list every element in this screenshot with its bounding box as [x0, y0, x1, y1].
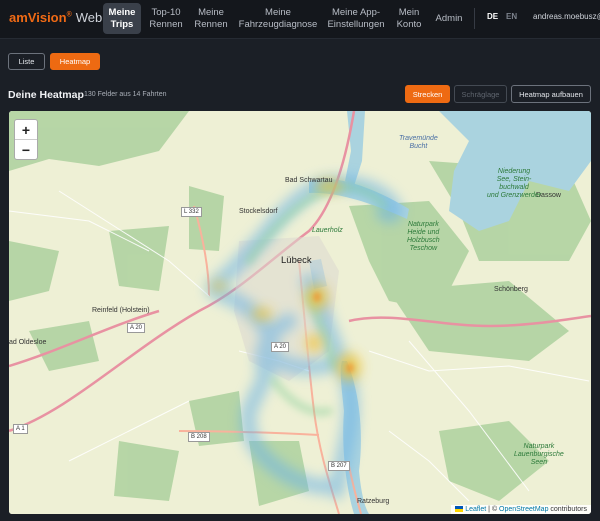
label-dassow-see: Niederung See, Stein- buchwald und Grenz… — [487, 168, 542, 199]
road-a1: A 1 — [13, 424, 28, 434]
road-a20-west: A 20 — [127, 323, 146, 333]
language-de[interactable]: DE — [487, 12, 498, 21]
language-en[interactable]: EN — [506, 12, 517, 21]
heatmap-subtitle: 130 Felder aus 14 Fahrten — [84, 91, 167, 98]
brand-name: amVision — [9, 10, 67, 25]
zoom-in-button[interactable]: + — [15, 120, 37, 139]
heatmap-map[interactable]: Lübeck Bad Schwartau Stockelsdorf Reinfe… — [9, 111, 591, 514]
mode-oblique-button[interactable]: Schräglage — [454, 85, 507, 103]
leaflet-link[interactable]: Leaflet — [465, 506, 486, 513]
attribution-separator: | © — [486, 506, 500, 513]
label-teschow: Naturpark Heide und Holzbusch Teschow — [407, 221, 440, 252]
ukraine-flag-icon — [455, 506, 464, 513]
nav-my-races[interactable]: Meine Rennen — [192, 3, 230, 34]
heatmap-view-button[interactable]: Heatmap — [50, 53, 100, 70]
label-stockelsdorf: Stockelsdorf — [239, 208, 278, 215]
road-a20-south: A 20 — [271, 342, 290, 352]
zoom-out-button[interactable]: − — [15, 139, 37, 159]
label-travemuende-bay: Travemünde Bucht — [399, 135, 438, 150]
build-heatmap-button[interactable]: Heatmap aufbauen — [511, 85, 591, 103]
label-lauerholz: Lauerholz — [312, 227, 343, 234]
nav-app-settings[interactable]: Meine App- Einstellungen — [325, 3, 387, 34]
label-bad-schwartau: Bad Schwartau — [285, 177, 333, 184]
map-attribution: Leaflet | © OpenStreetMap contributors — [451, 505, 591, 514]
brand-logo[interactable]: amVision® Web — [9, 10, 102, 25]
attribution-suffix: contributors — [548, 506, 587, 513]
brand-reg: ® — [66, 11, 72, 19]
road-b207: B 207 — [328, 461, 350, 471]
nav-top10-races[interactable]: Top-10 Rennen — [146, 3, 186, 34]
osm-link[interactable]: OpenStreetMap — [499, 506, 548, 513]
nav-admin[interactable]: Admin — [433, 3, 465, 34]
heatmap-title: Deine Heatmap — [8, 89, 84, 101]
label-ratzeburg-lakes: Naturpark Lauenburgische Seen — [514, 443, 564, 466]
user-email[interactable]: andreas.moebusz@ — [533, 12, 600, 21]
nav-my-trips[interactable]: Meine Trips — [103, 3, 141, 34]
label-bad-oldesloe: ad Oldesloe — [9, 339, 47, 346]
label-luebeck: Lübeck — [281, 255, 312, 266]
list-view-button[interactable]: Liste — [8, 53, 45, 70]
label-reinfeld: Reinfeld (Holstein) — [92, 307, 150, 314]
road-b208: B 208 — [188, 432, 210, 442]
top-navigation: amVision® Web Meine Trips Top-10 Rennen M… — [0, 0, 600, 39]
nav-my-account[interactable]: Mein Konto — [393, 3, 425, 34]
label-schoenberg: Schönberg — [494, 286, 528, 293]
mode-routes-button[interactable]: Strecken — [405, 85, 450, 103]
nav-vehicle-diagnostics[interactable]: Meine Fahrzeugdiagnose — [238, 3, 318, 34]
label-ratzeburg: Ratzeburg — [357, 498, 390, 505]
nav-divider — [474, 8, 475, 29]
zoom-control: + − — [14, 119, 38, 160]
brand-suffix: Web — [75, 10, 103, 25]
road-l332: L 332 — [181, 207, 202, 217]
